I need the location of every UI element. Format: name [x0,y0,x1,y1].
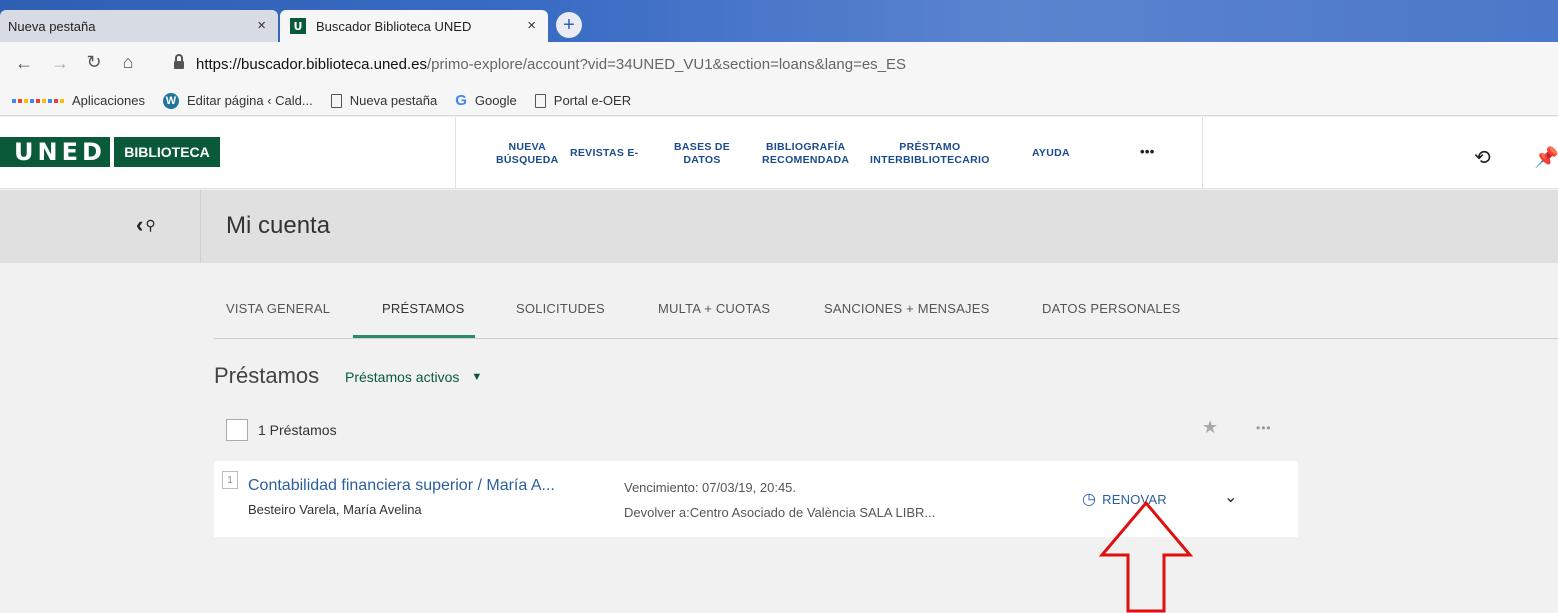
home-icon[interactable]: ⌂ [118,52,138,73]
tab-solicitudes[interactable]: SOLICITUDES [516,301,605,316]
google-icon: G [455,92,467,109]
filter-label: Préstamos activos [345,369,460,385]
pin-icon[interactable]: ★ [1202,417,1218,438]
bookmark-nueva-pestana[interactable]: Nueva pestaña [330,93,438,108]
tab-buscador-biblioteca[interactable]: U Buscador Biblioteca UNED × [280,10,548,42]
url-path: /primo-explore/account?vid=34UNED_VU1&se… [427,55,907,73]
tab-title: Nueva pestaña [8,18,96,34]
bookmark-editar-pagina[interactable]: W Editar página ‹ Cald... [163,92,313,109]
close-tab-icon[interactable]: × [527,17,536,34]
select-all-checkbox[interactable] [226,419,248,441]
url-host: https://buscador.biblioteca.uned.es [196,55,427,73]
nav-prestamo-interbibliotecario[interactable]: PRÉSTAMO INTERBIBLIOTECARIO [870,141,990,167]
nav-label-line: INTERBIBLIOTECARIO [870,154,990,166]
bookmark-label: Editar página ‹ Cald... [187,93,313,108]
browser-toolbar: ← → ↻ ⌂ https://buscador.biblioteca.uned… [0,42,1558,86]
caret-down-icon: ▼ [471,371,483,383]
nav-revistas[interactable]: REVISTAS E- [570,147,638,160]
biblioteca-logo[interactable]: BIBLIOTECA [114,137,220,167]
nav-label-line: BÚSQUEDA [496,154,559,166]
lock-icon [174,54,184,70]
address-bar[interactable]: https://buscador.biblioteca.uned.es/prim… [160,49,1550,79]
more-options-icon[interactable]: ••• [1256,421,1272,435]
bookmark-label: Aplicaciones [72,93,145,108]
reload-icon[interactable]: ↻ [84,52,104,73]
nav-label-line: DATOS [683,154,721,166]
tab-title: Buscador Biblioteca UNED [316,18,472,34]
nav-nueva-busqueda[interactable]: NUEVA BÚSQUEDA [496,141,559,167]
tab-datos-personales[interactable]: DATOS PERSONALES [1042,301,1181,316]
select-all-row: 1 Préstamos [226,419,337,441]
loan-title-link[interactable]: Contabilidad financiera superior / María… [248,477,555,495]
annotation-up-arrow [1098,501,1194,613]
site-header: UNED BIBLIOTECA NUEVA BÚSQUEDA REVISTAS … [0,117,1558,189]
nav-ayuda[interactable]: AYUDA [1032,147,1070,160]
main-navigation: NUEVA BÚSQUEDA REVISTAS E- BASES DE DATO… [455,117,1203,189]
loan-number: 1 [222,471,238,489]
tab-prestamos[interactable]: PRÉSTAMOS [382,301,464,316]
tab-multa-cuotas[interactable]: MULTA + CUOTAS [658,301,770,316]
loan-count: 1 Préstamos [258,422,337,438]
back-to-search-button[interactable]: ‹ ⚲ [136,212,156,238]
page-subheader: ‹ ⚲ Mi cuenta [0,190,1558,263]
account-content: VISTA GENERAL PRÉSTAMOS SOLICITUDES MULT… [0,263,1558,613]
page-icon [534,93,546,108]
active-tab-indicator [353,335,475,338]
page-title: Mi cuenta [226,212,331,239]
back-arrow-icon[interactable]: ← [14,53,34,74]
search-icon: ⚲ [145,216,156,233]
nav-bibliografia[interactable]: BIBLIOGRAFÍA RECOMENDADA [762,141,849,167]
nav-more-icon[interactable]: ••• [1140,145,1155,158]
browser-tab-bar: Nueva pestaña × U Buscador Biblioteca UN… [0,0,1558,42]
close-tab-icon[interactable]: × [257,17,266,34]
bookmark-google[interactable]: G Google [455,92,517,109]
nav-label-line: BIBLIOGRAFÍA [765,141,846,153]
section-title: Préstamos [214,363,320,388]
pin-icon[interactable]: 📌 [1534,145,1558,170]
nav-bases-datos[interactable]: BASES DE DATOS [674,141,730,167]
nav-label-line: NUEVA [508,141,546,153]
page-icon [330,93,342,108]
uned-favicon-icon: U [290,18,306,34]
loan-author: Besteiro Varela, María Avelina [248,502,422,517]
account-tabs: VISTA GENERAL PRÉSTAMOS SOLICITUDES MULT… [214,301,1558,339]
bookmark-aplicaciones[interactable]: Aplicaciones [12,93,145,108]
subheader-divider [200,190,201,263]
apps-grid-icon [12,98,64,103]
loan-return-location: Devolver a:Centro Asociado de València S… [624,505,936,520]
nav-label-line: BASES DE [674,141,731,153]
wordpress-icon: W [163,92,179,109]
bookmark-label: Nueva pestaña [349,93,438,108]
forward-arrow-icon[interactable]: → [50,53,70,74]
renew-clock-icon: ◷ [1082,491,1097,508]
chevron-down-icon[interactable]: ⌄ [1224,487,1237,507]
nav-label-line: PRÉSTAMO [899,141,961,153]
bookmark-portal-eoer[interactable]: Portal e-OER [534,93,632,108]
loan-due-date: Vencimiento: 07/03/19, 20:45. [624,480,797,495]
history-icon[interactable]: ⟲ [1474,145,1491,170]
chevron-left-icon: ‹ [136,212,144,237]
tab-sanciones-mensajes[interactable]: SANCIONES + MENSAJES [824,301,989,316]
arrow-shape [1098,501,1194,613]
uned-logo[interactable]: UNED [0,137,110,167]
tab-nueva-pestana[interactable]: Nueva pestaña × [0,10,278,42]
bookmark-label: Google [474,93,517,108]
bookmarks-bar: Aplicaciones W Editar página ‹ Cald... N… [0,86,1558,116]
bookmark-label: Portal e-OER [553,93,632,108]
nav-label-line: RECOMENDADA [762,154,850,166]
loan-filter-dropdown[interactable]: Préstamos activos ▼ [345,369,482,385]
tab-vista-general[interactable]: VISTA GENERAL [226,301,330,316]
new-tab-button[interactable]: + [556,12,582,38]
